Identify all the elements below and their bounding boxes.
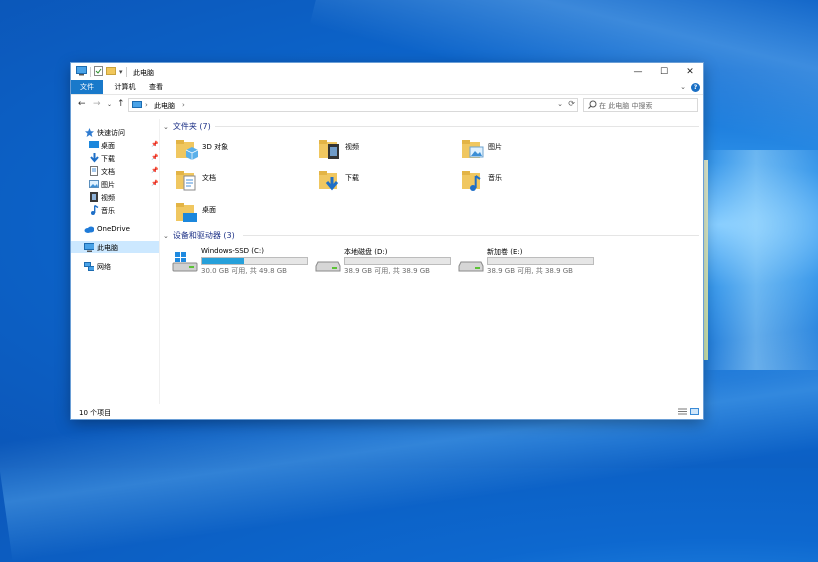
tab-view[interactable]: 查看 xyxy=(143,80,169,94)
desktop-folder-icon xyxy=(175,201,199,225)
pin-icon[interactable]: 📌 xyxy=(151,154,158,161)
drive-e[interactable]: 新加卷 (E:) 38.9 GB 可用, 共 38.9 GB xyxy=(458,247,598,277)
folder-desktop[interactable]: 桌面 xyxy=(175,201,305,229)
folder-downloads[interactable]: 下载 xyxy=(318,169,448,197)
minimize-button[interactable]: — xyxy=(625,63,651,80)
sidebar-item-downloads[interactable]: 下载 📌 xyxy=(71,152,159,164)
pc-icon xyxy=(84,242,94,252)
drive-c[interactable]: Windows-SSD (C:) 30.0 GB 可用, 共 49.8 GB xyxy=(172,247,312,277)
background-window-edge xyxy=(703,160,708,360)
hard-drive-icon xyxy=(315,251,341,273)
navigation-bar: ← → ⌄ ↑ › 此电脑 › ⌄ ⟳ 在 此电脑 中搜索 xyxy=(71,96,703,113)
network-icon xyxy=(84,261,94,271)
window-title: 此电脑 xyxy=(133,69,154,77)
download-icon xyxy=(89,153,99,163)
maximize-button[interactable]: ☐ xyxy=(651,63,677,80)
video-icon xyxy=(89,192,99,202)
picture-icon xyxy=(89,179,99,189)
up-icon[interactable]: ↑ xyxy=(117,99,125,109)
sidebar-item-documents[interactable]: 文档 📌 xyxy=(71,165,159,177)
address-dropdown-icon[interactable]: ⌄ xyxy=(557,100,563,108)
content-pane: ⌄ 文件夹 (7) 3D 对象 视频 图片 文档 下载 音乐 桌面 ⌄ 设备和驱… xyxy=(161,119,703,404)
document-icon xyxy=(89,166,99,176)
pin-icon[interactable]: 📌 xyxy=(151,141,158,148)
recent-locations-icon[interactable]: ⌄ xyxy=(107,101,112,108)
sidebar-item-onedrive[interactable]: OneDrive xyxy=(71,223,159,235)
title-bar[interactable]: ▾ 此电脑 — ☐ ✕ xyxy=(71,63,703,80)
pc-icon xyxy=(76,66,87,78)
close-button[interactable]: ✕ xyxy=(677,63,703,80)
ribbon-tabs: 文件 计算机 查看 ⌄ ? xyxy=(71,80,703,95)
pin-icon[interactable]: 📌 xyxy=(151,180,158,187)
refresh-icon[interactable]: ⟳ xyxy=(568,99,575,108)
search-placeholder: 在 此电脑 中搜索 xyxy=(599,102,653,110)
sidebar-item-network[interactable]: 网络 xyxy=(71,260,159,272)
desktop-icon xyxy=(89,140,99,150)
cloud-icon xyxy=(84,224,94,234)
new-folder-icon[interactable] xyxy=(106,66,116,78)
drive-usage-bar xyxy=(487,257,594,265)
collapse-chevron-icon[interactable]: ⌄ xyxy=(163,232,169,240)
back-icon[interactable]: ← xyxy=(78,99,86,109)
folder-pictures[interactable]: 图片 xyxy=(461,138,591,166)
search-box[interactable]: 在 此电脑 中搜索 xyxy=(583,98,698,112)
folder-documents[interactable]: 文档 xyxy=(175,169,305,197)
status-bar: 10 个项目 xyxy=(71,404,703,419)
breadcrumb-separator-icon[interactable]: › xyxy=(145,101,148,109)
folder-videos[interactable]: 视频 xyxy=(318,138,448,166)
drive-usage-bar xyxy=(201,257,308,265)
item-count: 10 个项目 xyxy=(79,409,112,417)
navigation-pane: 快速访问 桌面 📌 下载 📌 文档 📌 图片 📌 视频 音乐 OneDrive … xyxy=(71,119,160,404)
sidebar-item-videos[interactable]: 视频 xyxy=(71,191,159,203)
music-folder-icon xyxy=(461,169,485,193)
help-icon[interactable]: ? xyxy=(691,83,700,92)
pin-icon[interactable]: 📌 xyxy=(151,167,158,174)
tab-computer[interactable]: 计算机 xyxy=(107,80,143,94)
sidebar-item-pictures[interactable]: 图片 📌 xyxy=(71,178,159,190)
folders-group-header[interactable]: ⌄ 文件夹 (7) xyxy=(163,121,699,132)
breadcrumb-separator-icon[interactable]: › xyxy=(182,101,185,109)
forward-icon[interactable]: → xyxy=(93,99,101,109)
properties-icon[interactable] xyxy=(94,66,103,78)
sidebar-item-quick-access[interactable]: 快速访问 xyxy=(71,126,159,138)
address-bar[interactable]: › 此电脑 › ⌄ ⟳ xyxy=(128,98,578,112)
drive-d[interactable]: 本地磁盘 (D:) 38.9 GB 可用, 共 38.9 GB xyxy=(315,247,455,277)
folder-3d-objects[interactable]: 3D 对象 xyxy=(175,138,305,166)
music-icon xyxy=(89,205,99,215)
folder-music[interactable]: 音乐 xyxy=(461,169,591,197)
large-icons-view-icon[interactable] xyxy=(690,408,699,415)
windows-drive-icon xyxy=(172,251,198,273)
sidebar-item-this-pc[interactable]: 此电脑 xyxy=(71,241,159,253)
collapse-chevron-icon[interactable]: ⌄ xyxy=(163,123,169,131)
expand-ribbon-icon[interactable]: ⌄ xyxy=(680,83,686,91)
hard-drive-icon xyxy=(458,251,484,273)
3d-objects-folder-icon xyxy=(175,138,199,162)
explorer-window: ▾ 此电脑 — ☐ ✕ 文件 计算机 查看 ⌄ ? ← → ⌄ ↑ › 此电脑 … xyxy=(71,63,703,419)
breadcrumb-this-pc[interactable]: 此电脑 xyxy=(154,101,175,111)
drive-usage-bar xyxy=(344,257,451,265)
tab-file[interactable]: 文件 xyxy=(71,80,103,94)
videos-folder-icon xyxy=(318,138,342,162)
drives-group-header[interactable]: ⌄ 设备和驱动器 (3) xyxy=(163,230,699,241)
quick-access-toolbar-dropdown-icon[interactable]: ▾ xyxy=(119,68,123,76)
details-view-icon[interactable] xyxy=(678,408,687,415)
search-icon xyxy=(588,100,597,111)
pictures-folder-icon xyxy=(461,138,485,162)
sidebar-item-music[interactable]: 音乐 xyxy=(71,204,159,216)
star-icon xyxy=(84,127,94,137)
documents-folder-icon xyxy=(175,169,199,193)
sidebar-item-desktop[interactable]: 桌面 📌 xyxy=(71,139,159,151)
downloads-folder-icon xyxy=(318,169,342,193)
pc-icon xyxy=(132,101,142,111)
